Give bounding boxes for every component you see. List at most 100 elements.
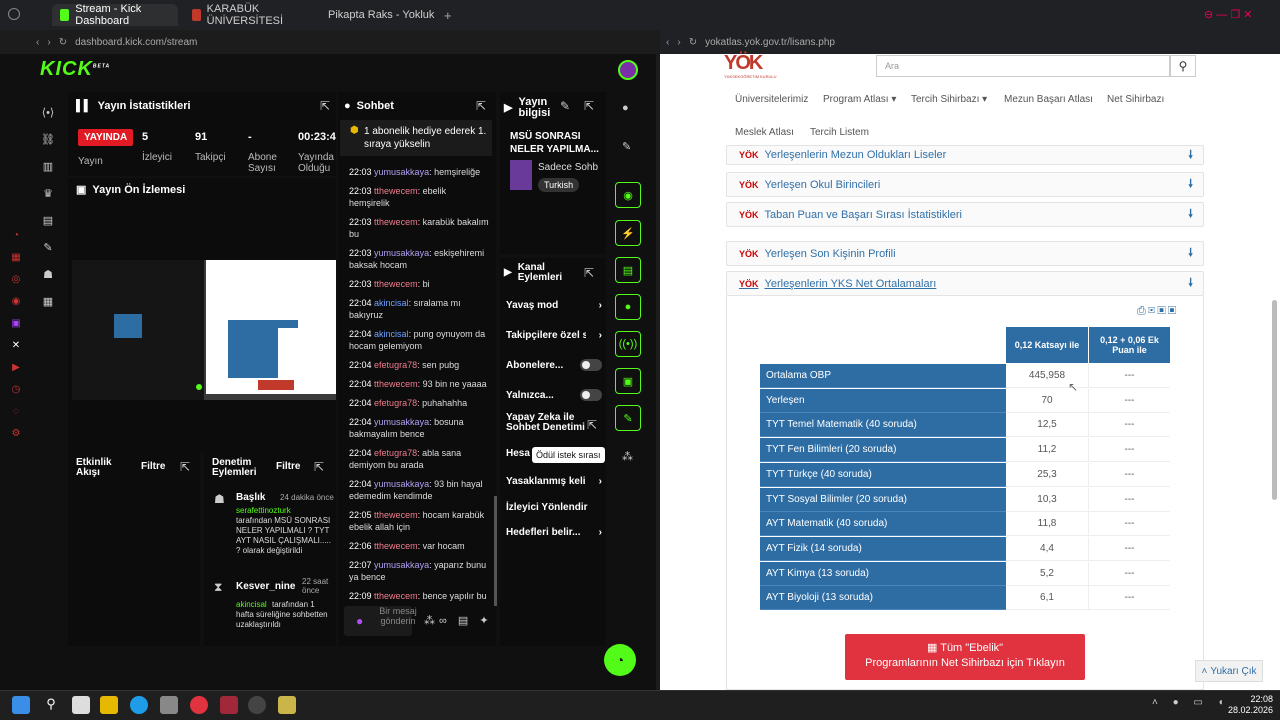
nav-net-wizard[interactable]: Net Sihirbazı bbox=[1107, 94, 1164, 105]
chat-message[interactable]: 22:04 yumusakkaya: 93 bin hayal edemedim… bbox=[349, 478, 489, 502]
new-tab-icon[interactable]: + bbox=[444, 8, 452, 23]
app-icon[interactable]: ▦ bbox=[10, 247, 22, 269]
clock[interactable]: 22:08 28.02.2026 bbox=[1228, 694, 1273, 716]
stream-preview-image[interactable] bbox=[72, 260, 336, 400]
goals-button[interactable]: Hedefleri belir... › bbox=[506, 527, 602, 538]
chat-message[interactable]: 22:03 yumusakkaya: hemşireliğe bbox=[349, 166, 489, 178]
chat-message[interactable]: 22:09 tthewecem: bence yapılır bu bbox=[349, 590, 489, 602]
nav-career-atlas[interactable]: Meslek Atlası bbox=[735, 127, 794, 138]
chat-message[interactable]: 22:04 efetugra78: abla sana demiyom bu a… bbox=[349, 447, 489, 471]
chat-username[interactable]: tthewecem bbox=[374, 379, 418, 389]
popout-icon[interactable]: ⇱ bbox=[476, 99, 486, 113]
chat-username[interactable]: yumusakkaya bbox=[374, 479, 429, 489]
chat-message[interactable]: 22:03 tthewecem: karabük bakalım bu bbox=[349, 216, 489, 240]
right-address-bar[interactable]: ‹ › ↻ yokatlas.yok.gov.tr/lisans.php bbox=[666, 30, 835, 54]
slow-mode-button[interactable]: Yavaş mod › bbox=[506, 300, 602, 311]
broadcast-button[interactable]: ((•)) bbox=[615, 331, 641, 357]
account-button[interactable]: Hesa bbox=[506, 448, 530, 459]
users-icon[interactable]: ☗ bbox=[40, 262, 56, 289]
chat-username[interactable]: tthewecem bbox=[374, 186, 418, 196]
x-icon[interactable]: ✕ bbox=[10, 335, 22, 357]
shop-icon[interactable]: ▦ bbox=[40, 289, 56, 316]
reload-icon[interactable]: ↻ bbox=[59, 37, 67, 48]
raid-button[interactable]: İzleyici Yönlendir bbox=[506, 502, 602, 513]
chat-username[interactable]: efetugra78 bbox=[374, 398, 417, 408]
info-circle-icon[interactable]: ● bbox=[622, 102, 629, 114]
accordion-top-students[interactable]: YÖK Yerleşen Okul Birincileri 🠗 bbox=[726, 172, 1204, 197]
task-view-icon[interactable] bbox=[72, 696, 90, 714]
nav-graduate-atlas[interactable]: Mezun Başarı Atlası bbox=[1004, 94, 1093, 105]
chat-message[interactable]: 22:06 tthewecem: var hocam bbox=[349, 540, 489, 552]
nav-choice-wizard[interactable]: Tercih Sihirbazı ▾ bbox=[911, 94, 987, 105]
chat-username[interactable]: yumusakkaya bbox=[374, 248, 429, 258]
search-icon[interactable]: ⚲ bbox=[42, 696, 60, 714]
nav-choice-list[interactable]: Tercih Listem bbox=[810, 127, 869, 138]
link-icon[interactable]: ⛓ bbox=[40, 127, 56, 154]
forward-icon[interactable]: › bbox=[677, 37, 680, 48]
popout-icon[interactable]: ⇱ bbox=[320, 99, 330, 113]
chart-icon[interactable]: ▥ bbox=[40, 154, 56, 181]
twitch-icon[interactable]: ▣ bbox=[10, 313, 22, 335]
tab-karabuk[interactable]: KARABÜK ÜNİVERSİTESİ bbox=[184, 3, 310, 27]
emote-only-toggle-row[interactable]: Yalnızca... bbox=[506, 389, 602, 401]
accordion-high-schools[interactable]: YÖK Yerleşenlerin Mezun Oldukları Liseler… bbox=[726, 145, 1204, 165]
chat-tools[interactable]: ⁂∞ ▤ ✦ bbox=[424, 614, 493, 627]
chat-bubble-button[interactable]: ● bbox=[615, 294, 641, 320]
chat-username[interactable]: efetugra78 bbox=[374, 448, 417, 458]
yok-logo[interactable]: YÖK YÜKSEKÖĞRETİM KURULU bbox=[724, 52, 786, 82]
profile-icon[interactable] bbox=[8, 8, 20, 20]
emote-only-toggle[interactable] bbox=[580, 389, 602, 401]
pencil-icon[interactable]: ✎ bbox=[622, 140, 631, 153]
chat-username[interactable]: yumusakkaya bbox=[374, 560, 429, 570]
edit-icon[interactable]: ✎ bbox=[560, 99, 570, 113]
chat-message[interactable]: 22:04 akincisal: pung oynuyom da hocam g… bbox=[349, 328, 489, 352]
support-button[interactable]: ◔ bbox=[604, 644, 636, 676]
left-url[interactable]: dashboard.kick.com/stream bbox=[75, 37, 197, 48]
popout-icon[interactable]: ⇱ bbox=[584, 99, 594, 113]
chat-message[interactable]: 22:04 yumusakkaya: bosuna bakmayalım ben… bbox=[349, 416, 489, 440]
app-icon[interactable]: ◉ bbox=[10, 291, 22, 313]
left-address-bar[interactable]: ‹ › ↻ dashboard.kick.com/stream bbox=[36, 30, 197, 54]
kick-logo[interactable]: KICKBETA bbox=[40, 58, 110, 81]
tools-button[interactable]: ✎ bbox=[615, 405, 641, 431]
app-icon[interactable] bbox=[278, 696, 296, 714]
page-scrollbar[interactable] bbox=[1272, 300, 1277, 500]
chat-username[interactable]: yumusakkaya bbox=[374, 167, 429, 177]
accordion-yks-net[interactable]: YÖK Yerleşenlerin YKS Net Ortalamaları 🠗 bbox=[726, 271, 1204, 296]
chat-message[interactable]: 22:04 efetugra78: sen pubg bbox=[349, 359, 489, 371]
opera-gx-icon[interactable] bbox=[220, 696, 238, 714]
chat-message[interactable]: 22:07 yumusakkaya: yaparız bunu ya bence bbox=[349, 559, 489, 583]
net-wizard-all-button[interactable]: ▦ Tüm "Ebelik" Programlarının Net Sihirb… bbox=[845, 634, 1085, 680]
chat-username[interactable]: tthewecem bbox=[374, 217, 418, 227]
share-icons[interactable]: ⎙✉▣▣ bbox=[1137, 305, 1178, 318]
settings-icon[interactable]: ⚙ bbox=[10, 423, 22, 445]
chat-message[interactable]: 22:04 akincisal: sıralama mı bakıyruz bbox=[349, 297, 489, 321]
search-icon[interactable]: ⚲ bbox=[1170, 55, 1196, 77]
lightning-button[interactable]: ⚡ bbox=[615, 220, 641, 246]
nav-program-atlas[interactable]: Program Atlası ▾ bbox=[823, 94, 896, 105]
forward-icon[interactable]: › bbox=[47, 37, 50, 48]
reload-icon[interactable]: ↻ bbox=[689, 37, 697, 48]
subscribers-only-toggle[interactable] bbox=[580, 359, 602, 371]
tab-youtube[interactable]: Pikapta Raks - Yokluk bbox=[314, 4, 438, 26]
obs-icon[interactable] bbox=[248, 696, 266, 714]
banned-words-button[interactable]: Yasaklanmış keli › bbox=[506, 476, 602, 487]
accordion-last-person[interactable]: YÖK Yerleşen Son Kişinin Profili 🠗 bbox=[726, 241, 1204, 266]
chat-message[interactable]: 22:03 yumusakkaya: eskişehiremi baksak h… bbox=[349, 247, 489, 271]
activity-filter[interactable]: Filtre bbox=[141, 461, 165, 472]
popout-icon[interactable]: ⇱ bbox=[584, 266, 594, 280]
chat-message[interactable]: 22:03 tthewecem: ebelik hemşirelik bbox=[349, 185, 489, 209]
window-controls[interactable]: ⊖ — ❐ ✕ bbox=[1204, 8, 1252, 21]
mic-icon[interactable]: ● bbox=[356, 614, 363, 628]
chat-username[interactable]: akincisal bbox=[374, 329, 409, 339]
video-icon[interactable]: ▤ bbox=[40, 208, 56, 235]
drops-icon[interactable]: ⁂ bbox=[622, 450, 633, 463]
trophy-icon[interactable]: ♛ bbox=[40, 181, 56, 208]
chat-username[interactable]: efetugra78 bbox=[374, 360, 417, 370]
ai-moderation-button[interactable]: Yapay Zeka ile Sohbet Denetimi bbox=[506, 413, 590, 433]
mod-filter[interactable]: Filtre bbox=[276, 461, 300, 472]
followers-only-button[interactable]: Takipçilere özel s › bbox=[506, 330, 602, 341]
chat-username[interactable]: akincisal bbox=[374, 298, 409, 308]
start-icon[interactable] bbox=[12, 696, 30, 714]
chat-message[interactable]: 22:05 tthewecem: hocam karabük ebelik al… bbox=[349, 509, 489, 533]
